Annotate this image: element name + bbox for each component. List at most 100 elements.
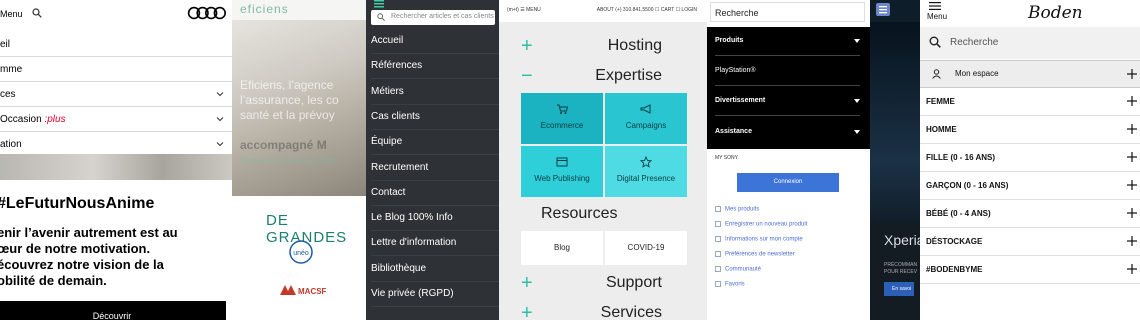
sidebar-item[interactable]: Métiers	[371, 80, 499, 105]
audi-rings-logo[interactable]	[187, 6, 227, 20]
category-label: FILLE (0 - 16 ANS)	[926, 153, 996, 162]
paragraph-line: écouvrez notre vision de la	[0, 257, 164, 272]
tile-ecommerce[interactable]: Ecommerce	[521, 93, 603, 144]
menu-item-label: Assistance	[715, 128, 752, 135]
menu-item-playstation[interactable]: PlayStation®	[715, 67, 860, 74]
teaser-background	[870, 22, 920, 222]
hamburger-icon[interactable]	[374, 0, 384, 8]
sidebar-item[interactable]: Lettre d'information	[371, 231, 499, 257]
plus-icon: +	[521, 302, 533, 320]
divider	[715, 85, 860, 86]
tile-campaigns[interactable]: Campaigns	[605, 93, 687, 144]
search-input[interactable]: Recherche	[920, 27, 1140, 59]
sidebar-item[interactable]: Équipe	[371, 130, 499, 156]
resource-blog[interactable]: Blog	[521, 231, 603, 265]
sidebar-item[interactable]: Contact	[371, 181, 499, 206]
discover-button[interactable]: Découvrir	[0, 301, 226, 320]
link-newsletter[interactable]: Préférences de newsletter	[715, 251, 795, 258]
link-community[interactable]: Communauté	[715, 266, 761, 273]
my-sony-label: MY SONY	[715, 155, 738, 161]
search-input[interactable]: Recherche	[710, 2, 865, 22]
teaser-text: PRÉCOMMAN POUR RECEV	[884, 262, 917, 276]
nav-item[interactable]: ces	[0, 82, 232, 107]
accordion-services[interactable]: + Services	[499, 300, 707, 320]
resource-covid[interactable]: COVID-19	[605, 231, 687, 265]
link-register-product[interactable]: Enregistrer un nouveau produit	[715, 221, 807, 228]
top-links[interactable]: ABOUT (+) 310.841.5500 ☐ CART ☐ LOGIN	[597, 7, 697, 13]
tile-label: Web Publishing	[534, 174, 590, 183]
sidebar-item[interactable]: Cas clients	[371, 105, 499, 130]
category-row[interactable]: FEMME	[920, 88, 1140, 116]
sidebar-item[interactable]: Le Blog 100% Info	[371, 206, 499, 232]
link-label: Communauté	[725, 266, 762, 273]
category-row[interactable]: HOMME	[920, 116, 1140, 144]
partner-logo-macsf: MACSF	[280, 285, 326, 296]
nav-item-label: ces	[0, 89, 16, 100]
cart-icon	[557, 104, 568, 114]
partner-logo-text: unéo	[293, 250, 309, 257]
caret-down-icon	[854, 39, 860, 43]
category-label: HOMME	[926, 125, 957, 134]
accordion-hosting[interactable]: + Hosting	[499, 33, 707, 61]
search-icon[interactable]	[32, 8, 42, 18]
sidebar-item[interactable]: Accueil	[371, 29, 499, 54]
sidebar-item[interactable]: Vie privée (RGPD)	[371, 282, 499, 307]
hero-image	[0, 154, 232, 180]
accordion-support[interactable]: + Support	[499, 270, 707, 298]
audi-topbar: Menu	[0, 0, 232, 28]
menu-label[interactable]: Menu	[927, 12, 947, 21]
divider	[715, 55, 860, 56]
brand-logo[interactable]: eficiens	[240, 2, 289, 16]
person-icon	[932, 69, 941, 79]
menu-item-produits[interactable]: Produits	[715, 37, 860, 44]
category-row[interactable]: #BODENBYME	[920, 256, 1140, 284]
boden-logo[interactable]: Boden	[1028, 3, 1083, 23]
plus-icon: +	[521, 272, 533, 294]
menu-icon[interactable]	[876, 3, 890, 16]
accordion-expertise[interactable]: − Expertise	[499, 63, 707, 91]
minus-icon: −	[521, 65, 533, 87]
browser-icon	[556, 157, 568, 167]
tile-web-publishing[interactable]: Web Publishing	[521, 146, 603, 197]
search-input[interactable]: Rechercher articles et cas clients	[371, 10, 495, 25]
chevron-down-icon	[216, 142, 224, 147]
eficiens-header: eficiens	[232, 0, 366, 20]
tile-digital-presence[interactable]: Digital Presence	[605, 146, 687, 197]
menu-label[interactable]: Menu	[0, 9, 23, 19]
brand-menu[interactable]: (m+t) ☰ MENU	[507, 7, 541, 13]
hashtag-title: #LeFuturNousAnime	[0, 195, 155, 212]
overlay-line: santé et la prévoy	[240, 108, 335, 122]
chevron-down-icon	[216, 92, 224, 97]
account-label: Mon espace	[955, 69, 999, 78]
menu-item-label: Produits	[715, 37, 744, 44]
tile-label: Campaigns	[625, 121, 667, 130]
menu-item-assistance[interactable]: Assistance	[715, 128, 860, 135]
account-row[interactable]: Mon espace	[920, 60, 1140, 88]
nav-item[interactable]: mme	[0, 57, 232, 82]
plus-icon	[1127, 180, 1137, 190]
link-account-info[interactable]: Informations sur mon compte	[715, 236, 803, 243]
nav-item[interactable]: Occasion :plus	[0, 107, 232, 132]
resources-heading[interactable]: Resources	[541, 205, 617, 223]
hamburger-icon[interactable]	[929, 2, 941, 10]
menu-item-label: PlayStation®	[715, 67, 756, 74]
menu-item-label: Divertissement	[715, 97, 766, 104]
category-row[interactable]: GARÇON (0 - 16 ANS)	[920, 172, 1140, 200]
link-label: Informations sur mon compte	[725, 236, 803, 243]
category-row[interactable]: DÉSTOCKAGE	[920, 228, 1140, 256]
sidebar-item[interactable]: Recrutement	[371, 156, 499, 181]
link-my-products[interactable]: Mes produits	[715, 206, 759, 213]
hero-sub-link[interactable]: Découvrez la relation client	[240, 156, 336, 165]
overlay-line: l’assurance, les co	[240, 93, 339, 107]
list-icon	[715, 266, 721, 272]
category-row[interactable]: FILLE (0 - 16 ANS)	[920, 144, 1140, 172]
menu-item-divertissement[interactable]: Divertissement	[715, 97, 860, 104]
category-row[interactable]: BÉBÉ (0 - 4 ANS)	[920, 200, 1140, 228]
sidebar-item[interactable]: Bibliothèque	[371, 257, 499, 282]
learn-more-button[interactable]: En savoi	[884, 282, 914, 296]
link-favorites[interactable]: Favoris	[715, 281, 745, 288]
login-button[interactable]: Connexion	[737, 173, 839, 192]
sidebar-item[interactable]: Références	[371, 54, 499, 80]
nav-item[interactable]: eil	[0, 32, 232, 57]
search-placeholder: Rechercher articles et cas clients	[391, 13, 494, 20]
